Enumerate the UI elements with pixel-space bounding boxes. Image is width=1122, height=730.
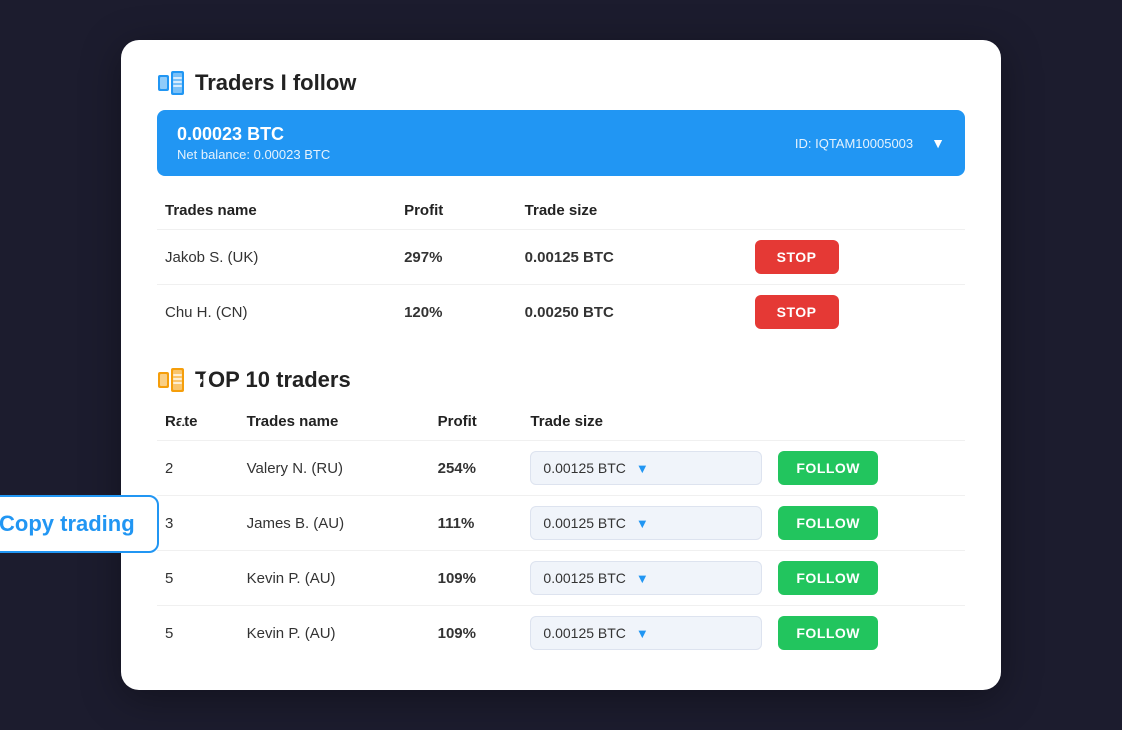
dropdown-arrow-icon: ▼ (636, 461, 649, 476)
traders-follow-icon (157, 70, 185, 96)
follow-col-profit: Profit (396, 196, 517, 230)
top10-trader-name: Valery N. (RU) (239, 441, 430, 496)
top10-col-profit: Profit (430, 407, 523, 441)
top10-header: TOP 10 traders (157, 367, 965, 393)
top10-action-cell: FOLLOW (770, 551, 965, 606)
follow-table-row: Jakob S. (UK) 297% 0.00125 BTC STOP (157, 230, 965, 285)
top10-rate: 2 (157, 441, 239, 496)
dropdown-arrow-icon: ▼ (636, 626, 649, 641)
top10-table-row: 3 James B. (AU) 111% 0.00125 BTC ▼ FOLLO… (157, 496, 965, 551)
top10-rate: 5 (157, 551, 239, 606)
trade-size-value: 0.00125 BTC (543, 460, 626, 476)
main-card: Copy trading Traders I follow 0 (121, 40, 1001, 690)
follow-col-action (747, 196, 965, 230)
top10-trader-name: Kevin P. (AU) (239, 551, 430, 606)
top10-title: TOP 10 traders (195, 367, 351, 393)
trade-size-dropdown[interactable]: 0.00125 BTC ▼ (530, 451, 762, 485)
follow-col-name: Trades name (157, 196, 396, 230)
stop-button[interactable]: STOP (755, 240, 839, 274)
top10-size-cell: 0.00125 BTC ▼ (522, 496, 770, 551)
balance-id: ID: IQTAM10005003 (795, 136, 913, 151)
follow-button[interactable]: FOLLOW (778, 616, 878, 650)
balance-dropdown-icon[interactable]: ▼ (931, 135, 945, 151)
top10-profit: 109% (430, 551, 523, 606)
follow-button[interactable]: FOLLOW (778, 451, 878, 485)
balance-net: Net balance: 0.00023 BTC (177, 147, 330, 162)
top10-col-name: Trades name (239, 407, 430, 441)
top10-col-rate: Rate (157, 407, 239, 441)
top10-trader-name: James B. (AU) (239, 496, 430, 551)
top10-table: Rate Trades name Profit Trade size 2 Val… (157, 407, 965, 660)
top10-col-action (770, 407, 965, 441)
top10-action-cell: FOLLOW (770, 441, 965, 496)
dropdown-arrow-icon: ▼ (636, 516, 649, 531)
top10-table-row: 5 Kevin P. (AU) 109% 0.00125 BTC ▼ FOLLO… (157, 606, 965, 661)
follow-table-row: Chu H. (CN) 120% 0.00250 BTC STOP (157, 285, 965, 340)
follow-trader-name: Chu H. (CN) (157, 285, 396, 340)
follow-profit: 120% (396, 285, 517, 340)
top10-size-cell: 0.00125 BTC ▼ (522, 441, 770, 496)
trade-size-value: 0.00125 BTC (543, 515, 626, 531)
top10-icon (157, 367, 185, 393)
top10-size-cell: 0.00125 BTC ▼ (522, 551, 770, 606)
top10-table-row: 5 Kevin P. (AU) 109% 0.00125 BTC ▼ FOLLO… (157, 551, 965, 606)
balance-left: 0.00023 BTC Net balance: 0.00023 BTC (177, 124, 330, 162)
trade-size-value: 0.00125 BTC (543, 625, 626, 641)
top10-size-cell: 0.00125 BTC ▼ (522, 606, 770, 661)
top10-table-row: 2 Valery N. (RU) 254% 0.00125 BTC ▼ FOLL… (157, 441, 965, 496)
top10-action-cell: FOLLOW (770, 496, 965, 551)
follow-profit: 297% (396, 230, 517, 285)
follow-action-cell: STOP (747, 285, 965, 340)
top10-rate: 5 (157, 606, 239, 661)
follow-table: Trades name Profit Trade size Jakob S. (… (157, 196, 965, 339)
dropdown-arrow-icon: ▼ (636, 571, 649, 586)
top10-profit: 254% (430, 441, 523, 496)
trade-size-dropdown[interactable]: 0.00125 BTC ▼ (530, 561, 762, 595)
follow-action-cell: STOP (747, 230, 965, 285)
top10-trader-name: Kevin P. (AU) (239, 606, 430, 661)
top10-profit: 111% (430, 496, 523, 551)
top10-rate: 3 (157, 496, 239, 551)
traders-follow-title: Traders I follow (195, 70, 356, 96)
follow-col-size: Trade size (517, 196, 747, 230)
follow-trader-name: Jakob S. (UK) (157, 230, 396, 285)
top10-profit: 109% (430, 606, 523, 661)
copy-trading-tooltip[interactable]: Copy trading (0, 495, 159, 553)
follow-trade-size: 0.00250 BTC (517, 285, 747, 340)
stop-button[interactable]: STOP (755, 295, 839, 329)
copy-trading-label: Copy trading (0, 511, 135, 537)
balance-right: ID: IQTAM10005003 ▼ (795, 135, 945, 151)
follow-button[interactable]: FOLLOW (778, 506, 878, 540)
follow-button[interactable]: FOLLOW (778, 561, 878, 595)
balance-bar[interactable]: 0.00023 BTC Net balance: 0.00023 BTC ID:… (157, 110, 965, 176)
trade-size-dropdown[interactable]: 0.00125 BTC ▼ (530, 506, 762, 540)
trade-size-dropdown[interactable]: 0.00125 BTC ▼ (530, 616, 762, 650)
traders-follow-header: Traders I follow (157, 70, 965, 96)
trade-size-value: 0.00125 BTC (543, 570, 626, 586)
screen-background: Copy trading Traders I follow 0 (0, 0, 1122, 730)
balance-amount: 0.00023 BTC (177, 124, 330, 145)
follow-trade-size: 0.00125 BTC (517, 230, 747, 285)
top10-col-size: Trade size (522, 407, 770, 441)
top10-action-cell: FOLLOW (770, 606, 965, 661)
